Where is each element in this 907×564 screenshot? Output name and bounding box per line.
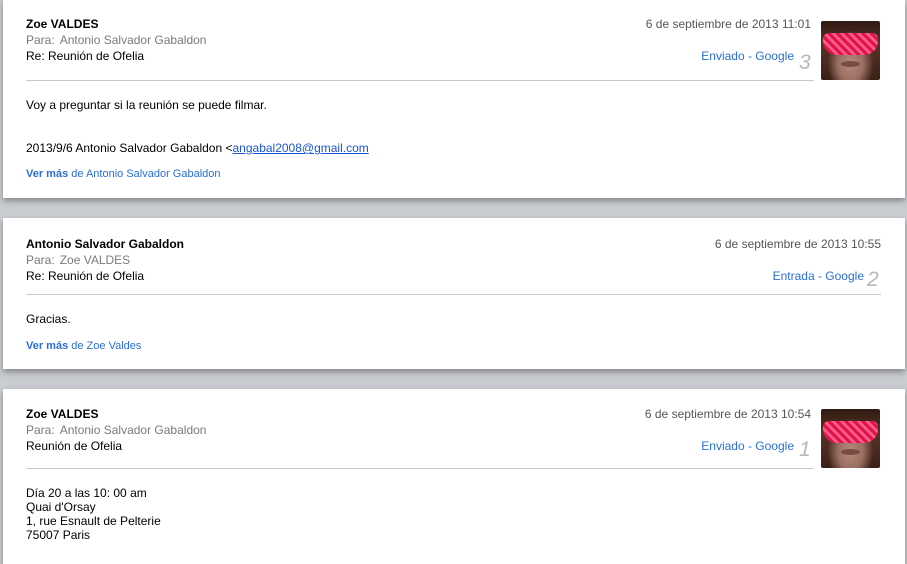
message-date: 6 de septiembre de 2013 10:55 [714, 237, 881, 251]
see-more-rest: de Antonio Salvador Gabaldon [71, 168, 221, 180]
see-more-link[interactable]: Ver más de Antonio Salvador Gabaldon [26, 168, 221, 180]
sender-avatar [821, 21, 880, 80]
header-divider [26, 80, 814, 81]
message-body: Gracias. [26, 312, 71, 326]
mailbox-label[interactable]: Enviado - Google [701, 49, 794, 63]
message-body: Día 20 a las 10: 00 am Quai d'Orsay 1, r… [26, 486, 161, 542]
header-divider [26, 468, 814, 469]
body-line: Quai d'Orsay [26, 500, 96, 514]
sender-avatar [821, 409, 880, 468]
to-label: Para: [26, 423, 55, 437]
message-date: 6 de septiembre de 2013 10:54 [644, 407, 811, 421]
message-card-2[interactable]: Antonio Salvador Gabaldon Para: Zoe VALDE… [3, 218, 905, 369]
message-card-3[interactable]: Zoe VALDES Para: Antonio Salvador Gabaldo… [3, 0, 905, 198]
body-line: Gracias. [26, 312, 71, 326]
see-more-link[interactable]: Ver más de Zoe Valdes [26, 340, 141, 352]
subject-line: Re: Reunión de Ofelia [26, 269, 145, 283]
thread-number: 1 [799, 438, 811, 461]
subject-line: Re: Reunión de Ofelia [26, 49, 145, 63]
recipient-line: Para: Antonio Salvador Gabaldon [26, 423, 206, 437]
subject-line: Reunión de Ofelia [26, 439, 123, 453]
avatar-glasses [823, 421, 878, 443]
message-date: 6 de septiembre de 2013 11:01 [645, 17, 811, 31]
see-more-bold: Ver más [26, 168, 69, 180]
see-more-bold: Ver más [26, 340, 69, 352]
avatar-mouth [841, 61, 860, 67]
quote-prefix: 2013/9/6 Antonio Salvador Gabaldon < [26, 141, 233, 155]
body-line: 1, rue Esnault de Pelterie [26, 514, 161, 528]
see-more-rest: de Zoe Valdes [71, 340, 142, 352]
body-line: 75007 Paris [26, 528, 91, 542]
recipient-name: Antonio Salvador Gabaldon [59, 423, 207, 437]
email-link[interactable]: angabal2008@gmail.com [233, 141, 369, 155]
body-line: Día 20 a las 10: 00 am [26, 486, 147, 500]
to-label: Para: [26, 253, 55, 267]
sender-name: Antonio Salvador Gabaldon [26, 237, 185, 251]
avatar-glasses [823, 33, 878, 55]
mailbox-label[interactable]: Entrada - Google [773, 269, 864, 283]
quote-header: 2013/9/6 Antonio Salvador Gabaldon <anga… [26, 141, 369, 155]
avatar-mouth [841, 449, 860, 455]
body-line: Voy a preguntar si la reunión se puede f… [26, 98, 267, 112]
thread-number: 3 [799, 51, 811, 74]
recipient-name: Antonio Salvador Gabaldon [59, 33, 207, 47]
header-divider [26, 294, 881, 295]
recipient-line: Para: Antonio Salvador Gabaldon [26, 33, 206, 47]
message-body: Voy a preguntar si la reunión se puede f… [26, 98, 267, 112]
sender-name: Zoe VALDES [26, 407, 99, 421]
recipient-name: Zoe VALDES [59, 253, 131, 267]
mailbox-label[interactable]: Enviado - Google [701, 439, 794, 453]
to-label: Para: [26, 33, 55, 47]
thread-number: 2 [867, 268, 879, 291]
recipient-line: Para: Zoe VALDES [26, 253, 130, 267]
sender-name: Zoe VALDES [26, 17, 99, 31]
message-card-1[interactable]: Zoe VALDES Para: Antonio Salvador Gabaldo… [3, 389, 905, 564]
